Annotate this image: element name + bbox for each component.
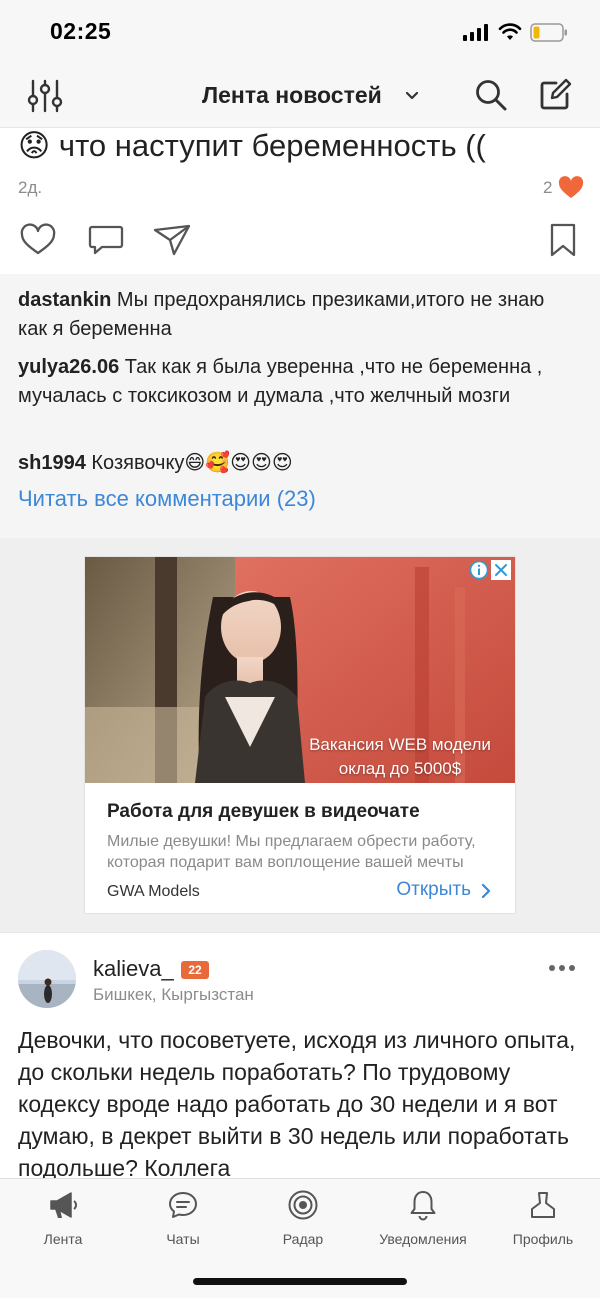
post-text[interactable]: 😟 что наступит беременность (( bbox=[18, 126, 486, 166]
comment[interactable]: dastankin Мы предохранялись презиками,ит… bbox=[18, 286, 578, 344]
tab-feed[interactable]: Лента bbox=[3, 1179, 123, 1259]
avatar[interactable] bbox=[18, 950, 76, 1008]
ad-close-icon[interactable] bbox=[491, 560, 511, 580]
signal-icon bbox=[463, 24, 489, 41]
comment-author[interactable]: sh1994 bbox=[18, 452, 86, 474]
ad-overlay-line: оклад до 5000$ bbox=[338, 759, 462, 778]
tab-notifications[interactable]: Уведомления bbox=[363, 1179, 483, 1259]
tab-chats[interactable]: Чаты bbox=[123, 1179, 243, 1259]
tab-label: Лента bbox=[43, 1231, 83, 1247]
comment-icon[interactable] bbox=[86, 222, 126, 258]
heart-filled-icon bbox=[558, 176, 584, 198]
bookmark-icon[interactable] bbox=[543, 222, 583, 258]
search-icon[interactable] bbox=[474, 78, 508, 112]
author-badge: 22 bbox=[181, 961, 209, 979]
chevron-right-icon[interactable] bbox=[479, 883, 493, 899]
ad-description: Милые девушки! Мы предлагаем обрести раб… bbox=[107, 833, 476, 871]
ad-overlay-line: Вакансия WEB модели bbox=[309, 735, 491, 754]
ad-open-button[interactable]: Открыть bbox=[396, 879, 471, 901]
filter-sliders-icon[interactable] bbox=[26, 78, 64, 114]
app-header: Лента новостей bbox=[0, 66, 600, 128]
feed-title-dropdown[interactable]: Лента новостей bbox=[202, 82, 382, 109]
radar-icon bbox=[288, 1190, 318, 1220]
status-time: 02:25 bbox=[50, 18, 112, 44]
post-time: 2д. bbox=[18, 178, 43, 197]
tab-label: Радар bbox=[282, 1231, 324, 1247]
megaphone-icon bbox=[50, 1192, 77, 1218]
more-options-icon[interactable] bbox=[548, 962, 576, 974]
comment[interactable]: sh1994 Козявочку😄🥰😍😍😍 bbox=[18, 449, 578, 478]
share-icon[interactable] bbox=[152, 222, 192, 258]
post-text[interactable]: Девочки, что посоветуете, исходя из личн… bbox=[18, 1024, 584, 1178]
chevron-down-icon[interactable] bbox=[404, 88, 420, 104]
tab-label: Профиль bbox=[512, 1231, 574, 1247]
read-all-comments-link[interactable]: Читать все комментарии (23) bbox=[18, 486, 316, 512]
comment-author[interactable]: dastankin bbox=[18, 289, 111, 311]
like-icon[interactable] bbox=[18, 222, 58, 258]
wifi-icon bbox=[498, 23, 522, 40]
battery-icon bbox=[530, 23, 567, 42]
home-indicator[interactable] bbox=[193, 1278, 407, 1285]
compose-icon[interactable] bbox=[538, 78, 572, 112]
tab-profile[interactable]: Профиль bbox=[483, 1179, 600, 1259]
comment[interactable]: yulya26.06 Так как я была уверенна ,что … bbox=[18, 353, 578, 411]
chat-icon bbox=[169, 1192, 197, 1218]
comment-text: Козявочку😄🥰😍😍😍 bbox=[85, 452, 293, 474]
divider bbox=[0, 932, 600, 933]
comment-author[interactable]: yulya26.06 bbox=[18, 356, 119, 378]
tab-label: Уведомления bbox=[379, 1231, 467, 1247]
status-bar: 02:25 bbox=[0, 0, 600, 66]
tab-label: Чаты bbox=[166, 1231, 200, 1247]
ad-brand: GWA Models bbox=[107, 883, 200, 900]
likes-count: 2 bbox=[543, 178, 553, 197]
author-location: Бишкек, Кыргызстан bbox=[93, 985, 254, 1004]
ad-overlay-text: Вакансия WEB модели оклад до 5000$ bbox=[290, 733, 510, 781]
ad-info-icon[interactable] bbox=[469, 560, 489, 580]
bell-icon bbox=[410, 1191, 436, 1221]
author-name[interactable]: kalieva_ bbox=[93, 956, 174, 982]
tab-radar[interactable]: Радар bbox=[243, 1179, 363, 1259]
ad-headline[interactable]: Работа для девушек в видеочате bbox=[107, 801, 420, 823]
ad-card[interactable]: Вакансия WEB модели оклад до 5000$ Работ… bbox=[84, 556, 516, 914]
profile-icon bbox=[531, 1192, 555, 1218]
